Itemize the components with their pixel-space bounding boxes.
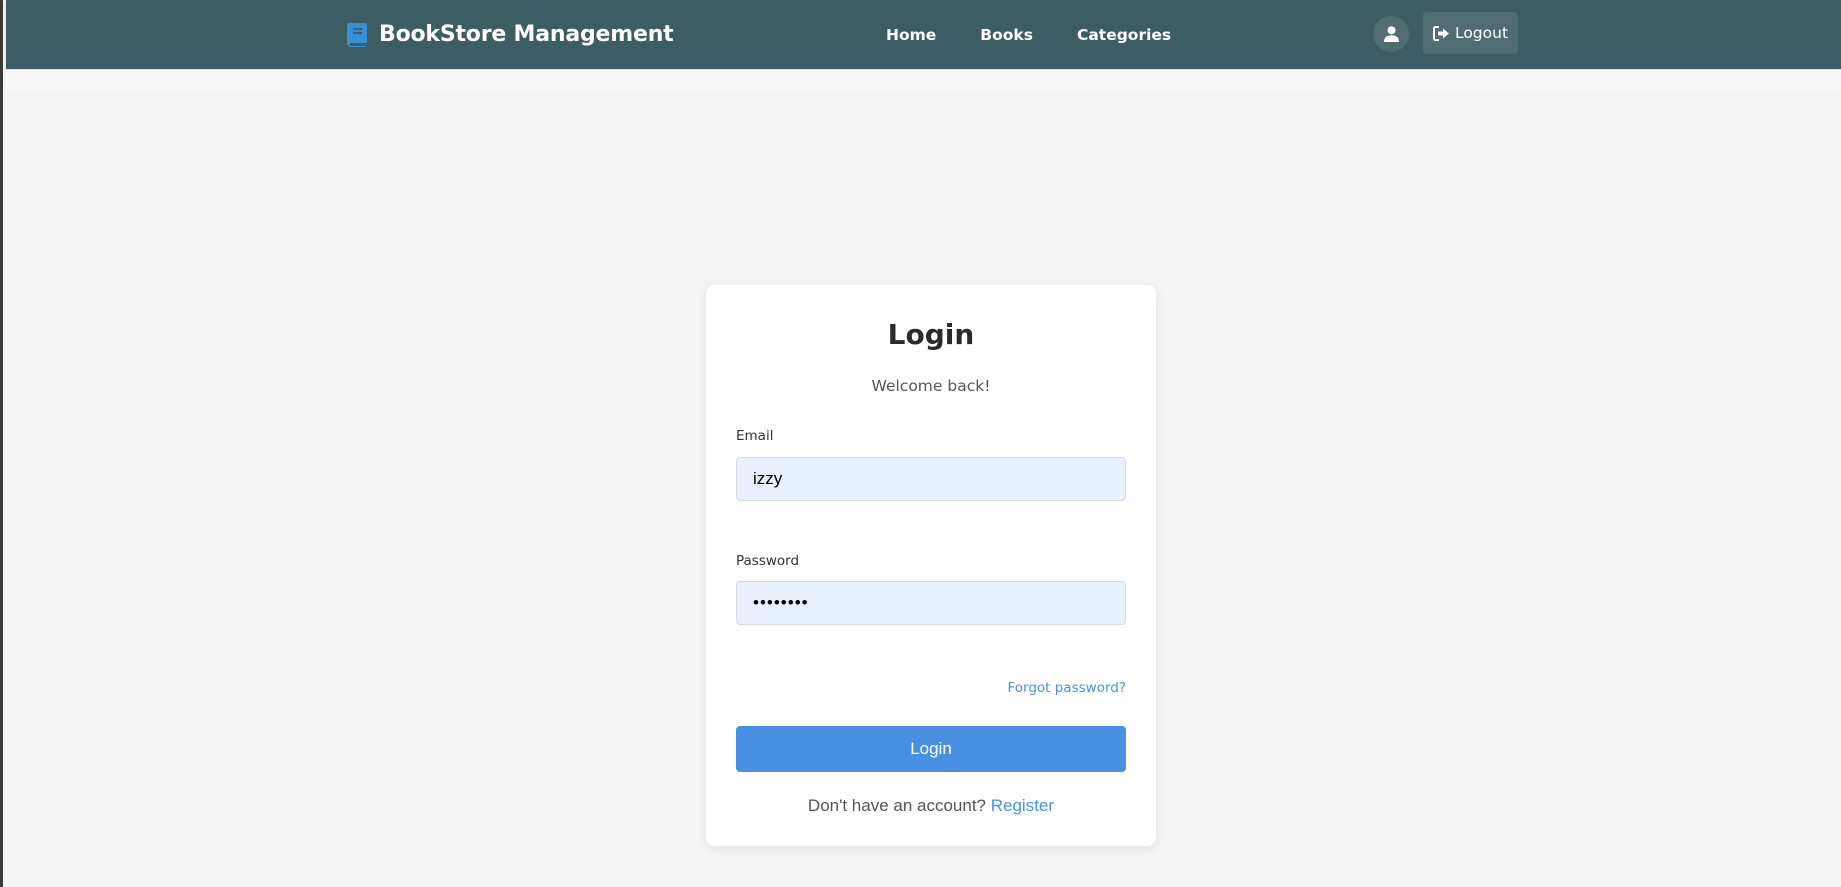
sign-out-icon <box>1432 25 1449 41</box>
brand-link[interactable]: BookStore Management <box>347 0 674 69</box>
nav-books[interactable]: Books <box>980 26 1033 44</box>
user-icon <box>1383 26 1399 42</box>
password-field[interactable] <box>736 581 1126 625</box>
login-subtitle: Welcome back! <box>871 377 991 395</box>
header-subbar <box>6 69 1841 89</box>
register-link[interactable]: Register <box>991 796 1054 815</box>
forgot-password-link[interactable]: Forgot password? <box>1007 680 1126 696</box>
login-submit-button[interactable]: Login <box>736 726 1126 772</box>
email-field[interactable] <box>736 457 1126 501</box>
logout-button[interactable]: Logout <box>1423 12 1518 54</box>
brand-title: BookStore Management <box>379 22 674 47</box>
logout-label: Logout <box>1454 24 1509 42</box>
register-row: Don't have an account? Register <box>706 796 1156 816</box>
login-card: Login Welcome back! Email Password Forgo… <box>706 285 1156 846</box>
user-avatar-button[interactable] <box>1373 16 1409 52</box>
nav-categories[interactable]: Categories <box>1077 26 1171 44</box>
login-title: Login <box>887 318 975 351</box>
password-label: Password <box>736 553 800 569</box>
main-nav: Home Books Categories <box>886 0 1171 69</box>
register-prompt: Don't have an account? <box>807 796 987 815</box>
book-icon <box>347 22 367 47</box>
page: BookStore Management Home Books Categori… <box>0 0 1841 887</box>
nav-home[interactable]: Home <box>886 26 936 44</box>
top-navbar: BookStore Management Home Books Categori… <box>6 0 1841 69</box>
email-label: Email <box>736 428 774 444</box>
